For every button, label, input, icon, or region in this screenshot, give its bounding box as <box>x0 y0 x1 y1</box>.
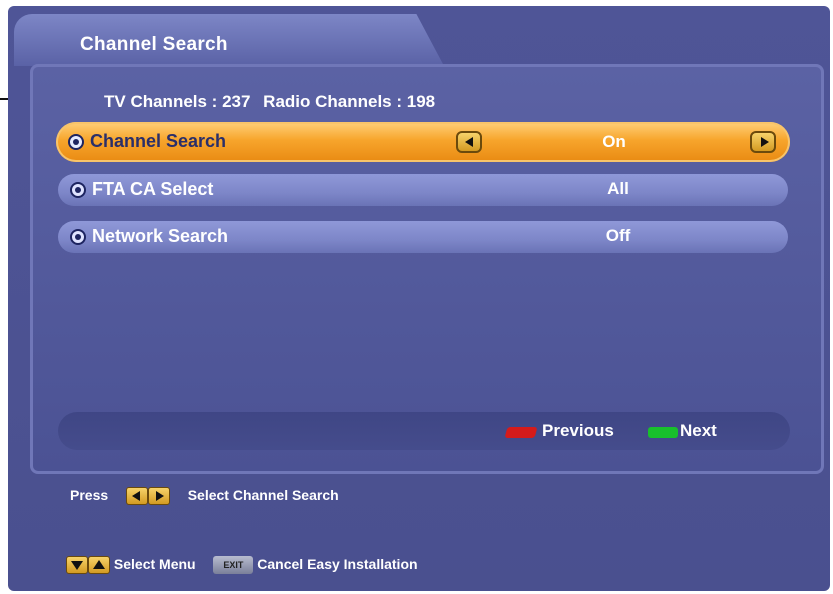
help-press-label: Press <box>70 487 109 503</box>
down-key-icon <box>66 556 88 575</box>
bullet-icon <box>70 182 86 198</box>
help-select-channel-search: Select Channel Search <box>187 487 339 503</box>
next-button[interactable]: Next <box>680 421 717 441</box>
exit-key-icon: EXIT <box>213 556 254 575</box>
tv-channel-count: TV Channels : 237 <box>104 92 251 111</box>
green-key-icon <box>648 427 678 438</box>
page-title: Channel Search <box>80 34 228 55</box>
menu-item-channel-search[interactable]: Channel Search On <box>56 122 790 162</box>
menu-item-value: Off <box>605 226 631 245</box>
left-key-icon <box>125 487 148 506</box>
menu-item-fta-ca-select[interactable]: FTA CA Select All <box>58 174 788 206</box>
right-arrow-icon[interactable] <box>750 131 776 153</box>
menu-item-label: Channel Search <box>90 131 227 151</box>
previous-button[interactable]: Previous <box>542 421 614 441</box>
menu-item-value: On <box>602 132 626 151</box>
navigation-bar: Previous Next <box>58 412 790 450</box>
menu-item-network-search[interactable]: Network Search Off <box>58 221 788 253</box>
help-select-menu: Select Menu <box>113 556 196 572</box>
channel-counts: TV Channels : 237 Radio Channels : 198 <box>104 92 443 112</box>
up-key-icon <box>88 556 110 575</box>
bullet-icon <box>68 134 84 150</box>
bullet-icon <box>70 229 86 245</box>
radio-channel-count: Radio Channels : 198 <box>263 92 436 111</box>
menu-item-label: Network Search <box>92 226 229 246</box>
help-cancel-easy-installation: Cancel Easy Installation <box>257 556 418 572</box>
menu-item-label: FTA CA Select <box>92 179 214 199</box>
help-line-menu: Select Menu EXIT Cancel Easy Installatio… <box>66 556 418 575</box>
menu-item-value: All <box>607 179 629 198</box>
red-key-icon <box>504 427 538 438</box>
left-arrow-icon[interactable] <box>456 131 482 153</box>
help-line-select: Press Select Channel Search <box>70 487 339 506</box>
right-key-icon <box>147 487 170 506</box>
